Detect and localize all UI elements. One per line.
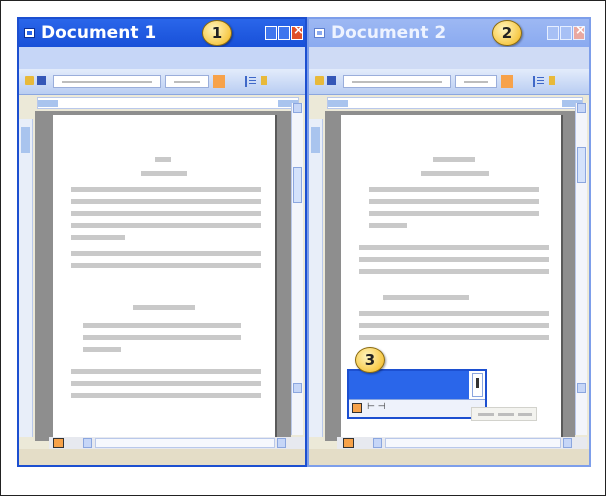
highlight-icon[interactable]: [501, 75, 513, 88]
format-painter-icon[interactable]: [549, 76, 555, 85]
maximize-icon[interactable]: [278, 26, 290, 40]
bullet-list-icon[interactable]: [245, 76, 256, 87]
status-bar: [309, 449, 589, 465]
text-line: [141, 171, 187, 176]
title-bar[interactable]: Document 1 1: [19, 19, 305, 47]
text-line: [369, 187, 539, 192]
bullet-list-icon[interactable]: [533, 76, 544, 87]
text-line: [155, 157, 171, 162]
popup-scrollbar[interactable]: [472, 373, 483, 397]
menu-bar[interactable]: [19, 47, 305, 69]
save-icon[interactable]: [327, 76, 336, 85]
horizontal-scrollbar[interactable]: [49, 437, 305, 449]
app-icon[interactable]: [314, 28, 325, 38]
scroll-track[interactable]: [385, 438, 561, 448]
vertical-ruler: [19, 119, 33, 437]
document-page: [53, 115, 275, 441]
close-icon[interactable]: [291, 23, 304, 40]
window-title: Document 2: [331, 23, 447, 43]
text-line: [71, 393, 261, 398]
minimize-icon[interactable]: [547, 26, 559, 40]
text-line: [359, 323, 549, 328]
maximize-icon[interactable]: [560, 26, 572, 40]
scroll-thumb[interactable]: [293, 167, 302, 203]
open-folder-icon[interactable]: [25, 76, 34, 85]
scroll-left-icon[interactable]: [373, 438, 382, 448]
text-line: [359, 245, 549, 250]
format-painter-icon[interactable]: [261, 76, 267, 85]
app-icon[interactable]: [24, 28, 35, 38]
horizontal-ruler: [327, 97, 583, 109]
popup-status-text: ⊢ ⊣: [367, 402, 386, 412]
text-line: [359, 257, 549, 262]
horizontal-ruler: [37, 97, 299, 109]
font-dropdown[interactable]: [165, 75, 209, 88]
save-icon[interactable]: [37, 76, 46, 85]
text-line: [71, 199, 261, 204]
view-mode-icon[interactable]: [343, 438, 354, 448]
vertical-scrollbar[interactable]: [575, 103, 587, 435]
scroll-left-icon[interactable]: [83, 438, 92, 448]
text-line: [71, 251, 261, 256]
open-folder-icon[interactable]: [315, 76, 324, 85]
document-canvas: [35, 111, 291, 441]
highlight-icon[interactable]: [213, 75, 225, 88]
text-line: [359, 311, 549, 316]
scroll-right-icon[interactable]: [277, 438, 286, 448]
text-line: [83, 323, 241, 328]
document-window-1[interactable]: Document 1 1: [17, 17, 307, 467]
scroll-up-icon[interactable]: [293, 103, 302, 113]
formatting-toolbar: [19, 69, 305, 95]
text-line: [83, 347, 121, 352]
text-line: [383, 295, 469, 300]
callout-badge-3: 3: [355, 347, 385, 373]
status-bar: [19, 449, 305, 465]
scroll-down-icon[interactable]: [293, 383, 302, 393]
menu-bar[interactable]: [309, 47, 589, 69]
font-dropdown[interactable]: [455, 75, 497, 88]
minimize-icon[interactable]: [265, 26, 277, 40]
callout-badge-2: 2: [492, 20, 522, 46]
style-dropdown[interactable]: [343, 75, 451, 88]
vertical-scrollbar[interactable]: [291, 103, 303, 435]
popup-title-bar[interactable]: [349, 371, 469, 399]
text-line: [71, 235, 125, 240]
text-line: [133, 305, 195, 310]
text-line: [369, 199, 539, 204]
view-mode-icon[interactable]: [352, 403, 362, 413]
illustration-frame: Document 1 1 × Document 2 2 × ⊢ ⊣ 3: [0, 0, 606, 496]
text-line: [433, 157, 475, 162]
popup-bottom-bar: ⊢ ⊣: [349, 399, 485, 417]
text-line: [71, 187, 261, 192]
text-line: [71, 223, 261, 228]
scroll-track[interactable]: [95, 438, 275, 448]
text-line: [71, 369, 261, 374]
popup-status-bubble: [471, 407, 537, 421]
callout-badge-1: 1: [202, 20, 232, 46]
text-line: [71, 211, 261, 216]
text-line: [369, 211, 539, 216]
text-line: [359, 269, 549, 274]
text-line: [369, 223, 407, 228]
view-mode-icon[interactable]: [53, 438, 64, 448]
scroll-up-icon[interactable]: [577, 103, 586, 113]
text-line: [71, 381, 261, 386]
formatting-toolbar: [309, 69, 589, 95]
scroll-down-icon[interactable]: [577, 383, 586, 393]
text-line: [83, 335, 241, 340]
minimized-document-popup[interactable]: ⊢ ⊣: [347, 369, 487, 419]
text-line: [421, 171, 489, 176]
close-icon[interactable]: [573, 23, 586, 40]
text-line: [71, 263, 261, 268]
horizontal-scrollbar[interactable]: [337, 437, 587, 449]
style-dropdown[interactable]: [53, 75, 161, 88]
scroll-thumb[interactable]: [577, 147, 586, 183]
vertical-ruler: [309, 119, 323, 437]
window-title: Document 1: [41, 23, 157, 43]
scroll-right-icon[interactable]: [563, 438, 572, 448]
title-bar[interactable]: Document 2 2: [309, 19, 589, 47]
text-line: [359, 335, 549, 340]
